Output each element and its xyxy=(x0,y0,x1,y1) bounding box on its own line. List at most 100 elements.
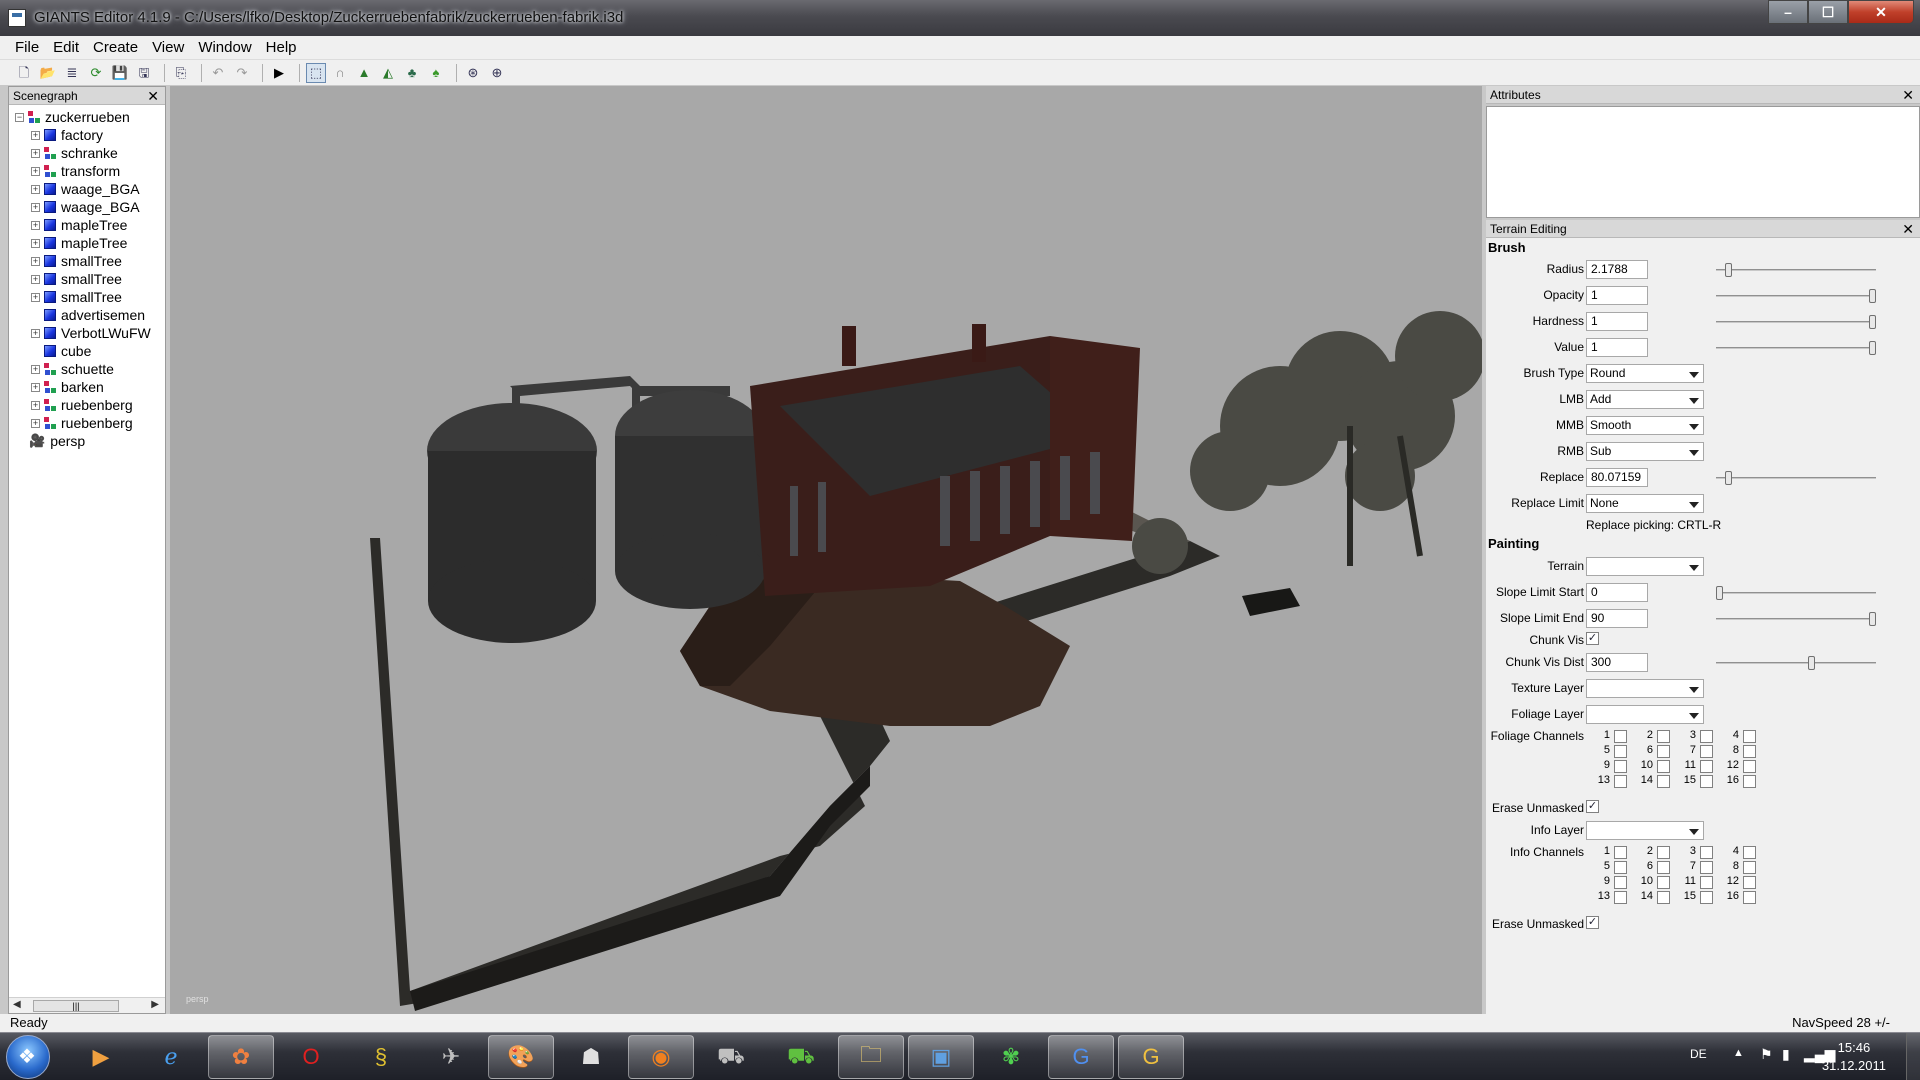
foliage-layer-select[interactable] xyxy=(1586,705,1704,724)
channel-checkbox[interactable] xyxy=(1700,745,1713,758)
tree-node[interactable]: + factory xyxy=(31,125,103,145)
channel-checkbox[interactable] xyxy=(1614,775,1627,788)
opacity-field[interactable]: 1 xyxy=(1586,286,1648,305)
terrain-foliage-icon[interactable]: ♣ xyxy=(402,63,422,83)
opera-icon[interactable]: O xyxy=(278,1035,344,1079)
tree-node[interactable]: advertisemen xyxy=(31,305,145,325)
move-icon[interactable]: ∩ xyxy=(330,63,350,83)
select-icon[interactable]: ⬚ xyxy=(306,62,326,83)
replace-slider[interactable] xyxy=(1716,471,1876,485)
tree-node[interactable]: + waage_BGA xyxy=(31,197,140,217)
channel-checkbox[interactable] xyxy=(1700,876,1713,889)
channel-checkbox[interactable] xyxy=(1743,760,1756,773)
snap-icon[interactable]: ⊛ xyxy=(463,63,483,83)
slope-start-slider[interactable] xyxy=(1716,586,1876,600)
close-button[interactable]: ✕ xyxy=(1848,0,1914,24)
chunk-vis-checkbox[interactable]: ✓ xyxy=(1586,632,1599,645)
channel-checkbox[interactable] xyxy=(1657,876,1670,889)
agent-app-icon[interactable]: ☗ xyxy=(558,1035,624,1079)
channel-checkbox[interactable] xyxy=(1657,891,1670,904)
radius-field[interactable]: 2.1788 xyxy=(1586,260,1648,279)
clock[interactable]: 15:46 31.12.2011 xyxy=(1822,1039,1886,1075)
radius-slider[interactable] xyxy=(1716,263,1876,277)
undo-icon[interactable]: ↶ xyxy=(208,63,228,83)
tree-node[interactable]: + smallTree xyxy=(31,269,122,289)
expand-icon[interactable]: + xyxy=(31,400,40,410)
expand-icon[interactable]: + xyxy=(31,130,40,140)
expand-icon[interactable]: + xyxy=(31,220,40,230)
tree-node[interactable]: + ruebenberg xyxy=(31,395,133,415)
slope-start-field[interactable]: 0 xyxy=(1586,583,1648,602)
tree-node[interactable]: + schranke xyxy=(31,143,118,163)
show-desktop-button[interactable] xyxy=(1906,1033,1920,1080)
tree-node[interactable]: + barken xyxy=(31,377,104,397)
menu-help[interactable]: Help xyxy=(266,39,297,56)
expand-icon[interactable]: + xyxy=(31,238,40,248)
expand-icon[interactable]: + xyxy=(31,184,40,194)
terrain-raise-icon[interactable]: ▲ xyxy=(354,63,374,83)
tree-node[interactable]: + smallTree xyxy=(31,251,122,271)
hardness-slider[interactable] xyxy=(1716,315,1876,329)
close-icon[interactable]: ✕ xyxy=(1902,220,1914,238)
grid-icon[interactable]: ⊕ xyxy=(487,63,507,83)
menu-create[interactable]: Create xyxy=(93,39,138,56)
chunk-dist-field[interactable]: 300 xyxy=(1586,653,1648,672)
flag-icon[interactable]: ⚑ xyxy=(1760,1046,1773,1063)
giants-blue-icon[interactable]: G xyxy=(1048,1035,1114,1079)
terrain-grass-icon[interactable]: ♠ xyxy=(426,63,446,83)
tree-node[interactable]: + schuette xyxy=(31,359,114,379)
channel-checkbox[interactable] xyxy=(1657,760,1670,773)
reload-icon[interactable]: ⟳ xyxy=(86,63,106,83)
tree-node[interactable]: + transform xyxy=(31,161,120,181)
menu-edit[interactable]: Edit xyxy=(53,39,79,56)
expand-icon[interactable]: + xyxy=(31,418,40,428)
firefox-icon[interactable]: ◉ xyxy=(628,1035,694,1079)
scroll-app-icon[interactable]: § xyxy=(348,1035,414,1079)
channel-checkbox[interactable] xyxy=(1614,760,1627,773)
new-icon[interactable]: 🗋 xyxy=(14,63,34,83)
value-field[interactable]: 1 xyxy=(1586,338,1648,357)
opacity-slider[interactable] xyxy=(1716,289,1876,303)
channel-checkbox[interactable] xyxy=(1743,730,1756,743)
slider-handle[interactable] xyxy=(1869,315,1876,329)
menu-window[interactable]: Window xyxy=(198,39,251,56)
slope-end-slider[interactable] xyxy=(1716,612,1876,626)
channel-checkbox[interactable] xyxy=(1614,861,1627,874)
expand-icon[interactable]: + xyxy=(31,166,40,176)
mmb-select[interactable]: Smooth xyxy=(1586,416,1704,435)
channel-checkbox[interactable] xyxy=(1700,891,1713,904)
slider-handle[interactable] xyxy=(1869,289,1876,303)
slider-handle[interactable] xyxy=(1807,656,1815,670)
expand-icon[interactable]: + xyxy=(31,292,40,302)
channel-checkbox[interactable] xyxy=(1614,846,1627,859)
texture-layer-select[interactable] xyxy=(1586,679,1704,698)
slider-handle[interactable] xyxy=(1725,263,1733,277)
channel-checkbox[interactable] xyxy=(1700,846,1713,859)
tree-node[interactable]: + mapleTree xyxy=(31,215,127,235)
maximize-button[interactable]: ☐ xyxy=(1808,0,1848,24)
channel-checkbox[interactable] xyxy=(1614,891,1627,904)
slider-handle[interactable] xyxy=(1716,586,1723,600)
slope-end-field[interactable]: 90 xyxy=(1586,609,1648,628)
expand-icon[interactable]: + xyxy=(31,148,40,158)
channel-checkbox[interactable] xyxy=(1743,861,1756,874)
channel-checkbox[interactable] xyxy=(1657,846,1670,859)
chunk-dist-slider[interactable] xyxy=(1716,656,1876,670)
tree-node-camera[interactable]: 🎥 persp xyxy=(29,431,85,451)
scroll-right-icon[interactable]: ▶ xyxy=(151,999,159,1010)
rmb-select[interactable]: Sub xyxy=(1586,442,1704,461)
hardness-field[interactable]: 1 xyxy=(1586,312,1648,331)
channel-checkbox[interactable] xyxy=(1743,745,1756,758)
channel-checkbox[interactable] xyxy=(1700,730,1713,743)
channel-checkbox[interactable] xyxy=(1743,775,1756,788)
expand-icon[interactable]: + xyxy=(31,202,40,212)
channel-checkbox[interactable] xyxy=(1743,876,1756,889)
giants-yellow-icon[interactable]: G xyxy=(1118,1035,1184,1079)
scrollbar-thumb[interactable]: ||| xyxy=(33,1000,119,1012)
erase-unmasked-checkbox[interactable]: ✓ xyxy=(1586,800,1599,813)
slider-handle[interactable] xyxy=(1869,612,1876,626)
expand-icon[interactable]: + xyxy=(31,364,40,374)
terrain-select[interactable] xyxy=(1586,557,1704,576)
channel-checkbox[interactable] xyxy=(1700,861,1713,874)
expand-icon[interactable]: + xyxy=(31,274,40,284)
